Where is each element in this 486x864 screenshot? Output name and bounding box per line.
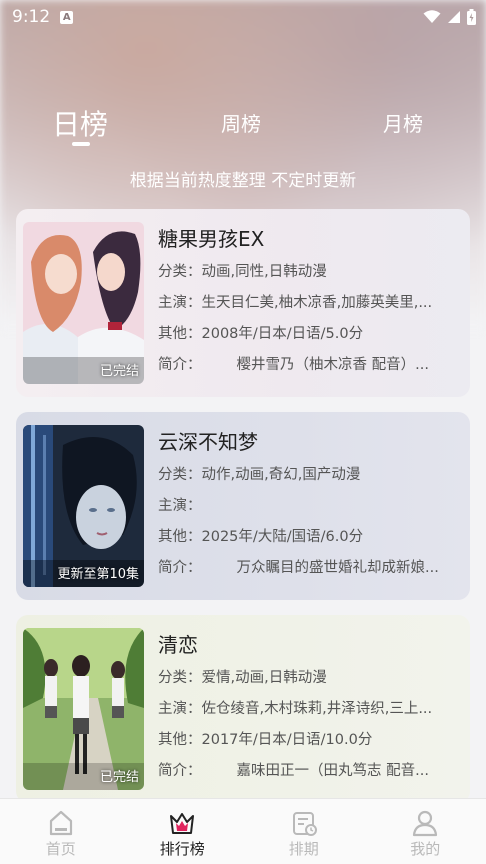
cast-label: 主演： xyxy=(158,295,202,311)
intro-label: 简介： xyxy=(158,357,202,373)
category-label: 分类： xyxy=(158,467,202,483)
nav-ranking-label: 排行榜 xyxy=(159,840,205,858)
other-label: 其他： xyxy=(158,326,202,342)
nav-ranking[interactable]: 排行榜 xyxy=(122,799,244,864)
ranking-tabs: 日榜 周榜 月榜 xyxy=(0,100,486,150)
tab-weekly[interactable]: 周榜 xyxy=(221,108,261,137)
tab-monthly[interactable]: 月榜 xyxy=(383,108,423,137)
cast-label: 主演： xyxy=(158,498,202,514)
crown-icon xyxy=(170,813,195,834)
nav-schedule-label: 排期 xyxy=(288,840,319,858)
nav-home-label: 首页 xyxy=(45,840,76,858)
other-value: 2025年/大陆/国语/6.0分 xyxy=(201,529,364,545)
bottom-navigation: 首页 排行榜 排期 我的 xyxy=(0,798,486,864)
battery-icon xyxy=(467,9,476,25)
category-value: 动画,同性,日韩动漫 xyxy=(201,264,327,280)
other-label: 其他： xyxy=(158,529,202,545)
status-badge: 更新至第10集 xyxy=(57,567,139,582)
cast-value: 生天目仁美,柚木凉香,加藤英美里,... xyxy=(201,295,433,311)
user-icon xyxy=(413,810,438,837)
status-badge: 已完结 xyxy=(99,364,139,379)
category-value: 爱情,动画,日韩动漫 xyxy=(201,670,327,686)
category-label: 分类： xyxy=(158,264,202,280)
poster-image[interactable]: 已完结 xyxy=(23,628,144,790)
category-value: 动作,动画,奇幻,国产动漫 xyxy=(201,467,361,483)
category-label: 分类： xyxy=(158,670,202,686)
intro-value: 樱井雪乃（柚木凉香 配音）... xyxy=(236,357,429,373)
card-info: 云深不知梦 分类： 动作,动画,奇幻,国产动漫 主演： 其他： 2025年/大陆/国… xyxy=(158,428,463,584)
ranking-card[interactable]: 已完结 清恋 分类： 爱情,动画,日韩动漫 主演： 佐仓绫音,木村珠莉,井泽诗织,三… xyxy=(16,615,470,803)
other-value: 2017年/日本/日语/10.0分 xyxy=(201,732,373,748)
nav-schedule[interactable]: 排期 xyxy=(243,799,365,864)
ranking-card[interactable]: 已完结 糖果男孩EX 分类： 动画,同性,日韩动漫 主演： 生天目仁美,柚木凉香,加… xyxy=(16,209,470,397)
ranking-card[interactable]: 更新至第10集 云深不知梦 分类： 动作,动画,奇幻,国产动漫 主演： 其他： 20… xyxy=(16,412,470,600)
other-value: 2008年/日本/日语/5.0分 xyxy=(201,326,364,342)
ranking-subtitle: 根据当前热度整理 不定时更新 xyxy=(129,171,357,191)
signal-icon xyxy=(448,11,460,23)
home-icon xyxy=(49,810,72,836)
nav-mine[interactable]: 我的 xyxy=(365,799,486,864)
card-info: 清恋 分类： 爱情,动画,日韩动漫 主演： 佐仓绫音,木村珠莉,井泽诗织,三上...… xyxy=(158,631,463,787)
card-title: 清恋 xyxy=(158,633,198,657)
nav-home[interactable]: 首页 xyxy=(0,799,122,864)
intro-label: 简介： xyxy=(158,560,202,576)
other-label: 其他： xyxy=(158,732,202,748)
card-info: 糖果男孩EX 分类： 动画,同性,日韩动漫 主演： 生天目仁美,柚木凉香,加藤英美里… xyxy=(158,225,463,381)
intro-label: 简介： xyxy=(158,763,202,779)
cast-label: 主演： xyxy=(158,701,202,717)
poster-image[interactable]: 更新至第10集 xyxy=(23,425,144,587)
nav-mine-label: 我的 xyxy=(410,840,441,858)
poster-image[interactable]: 已完结 xyxy=(23,222,144,384)
intro-value: 万众瞩目的盛世婚礼却成新娘... xyxy=(236,560,439,576)
tab-indicator xyxy=(72,142,90,146)
tab-daily[interactable]: 日榜 xyxy=(52,103,108,143)
status-time: 9:12 xyxy=(12,7,51,27)
status-bar: 9:12 A xyxy=(0,0,486,34)
ranking-list: 已完结 糖果男孩EX 分类： 动画,同性,日韩动漫 主演： 生天目仁美,柚木凉香,加… xyxy=(16,209,470,818)
notification-icon: A xyxy=(60,10,74,24)
intro-value: 嘉味田正一（田丸笃志 配音... xyxy=(236,763,429,779)
cast-value xyxy=(202,491,464,522)
card-title: 糖果男孩EX xyxy=(158,227,265,251)
calendar-icon xyxy=(292,812,317,836)
wifi-icon xyxy=(423,10,441,23)
card-title: 云深不知梦 xyxy=(158,430,258,454)
status-badge: 已完结 xyxy=(99,770,139,785)
cast-value: 佐仓绫音,木村珠莉,井泽诗织,三上... xyxy=(201,701,433,717)
